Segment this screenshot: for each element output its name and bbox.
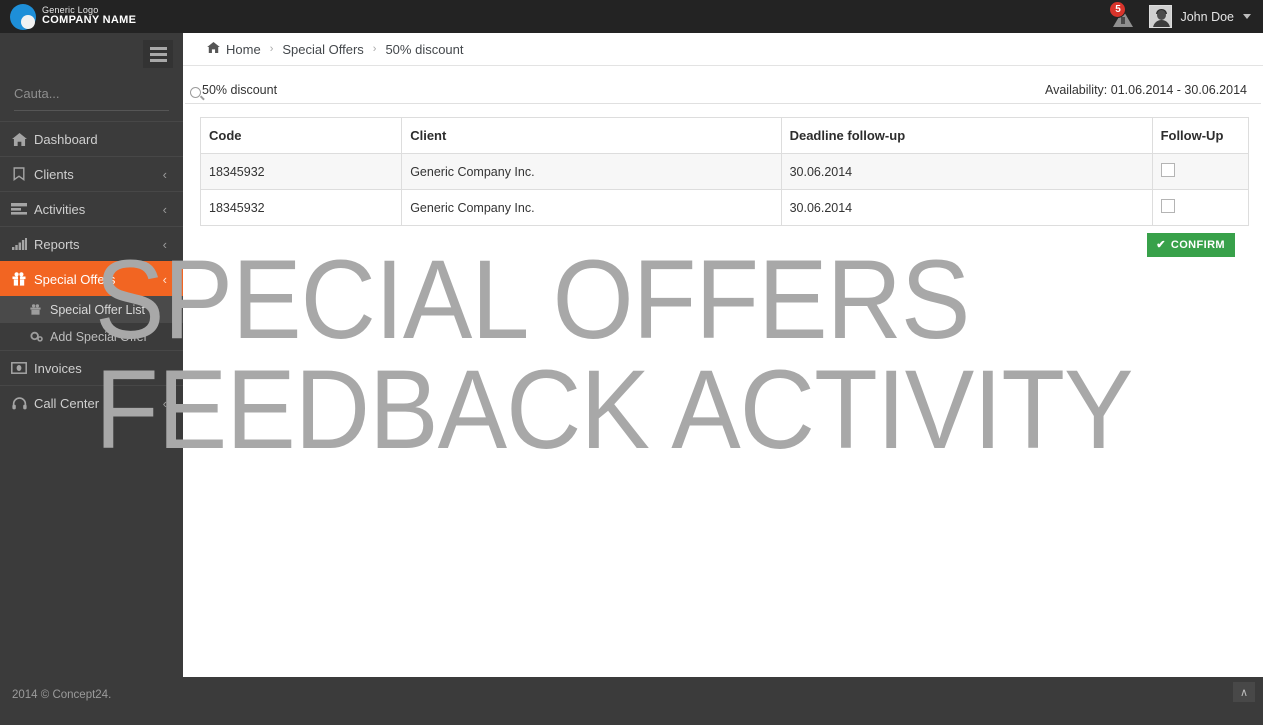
gift-icon [30,304,48,315]
sidebar-item-call-center[interactable]: Call Center ‹ [0,385,183,420]
hamburger-bar [149,52,167,56]
cell-client: Generic Company Inc. [401,189,782,226]
sidebar-item-label: Call Center [34,395,100,411]
sidebar-item-label: Special Offers [34,271,116,287]
home-icon [207,42,220,56]
confirm-row: ✔ CONFIRM [200,226,1249,257]
footer-copyright: 2014 © Concept24. [12,689,112,701]
confirm-button-label: CONFIRM [1170,238,1225,251]
chevron-left-icon[interactable]: ‹ [163,203,167,216]
breadcrumb-current: 50% discount [385,41,464,57]
table-header-row: Code Client Deadline follow-up Follow-Up [199,117,1250,154]
user-name: John Doe [1180,9,1234,24]
sidebar-item-dashboard[interactable]: Dashboard [0,121,183,156]
chevron-left-icon[interactable]: ‹ [163,273,167,286]
sidebar-item-clients[interactable]: Clients ‹ [0,156,183,191]
sidebar: Dashboard Clients ‹ Activities ‹ Reports… [0,33,201,725]
bar-chart-icon [8,238,30,250]
app-logo[interactable]: Generic Logo COMPANY NAME [0,3,137,30]
sidebar-item-label: Activities [34,201,86,217]
sidebar-item-label: Dashboard [34,131,98,147]
chevron-left-icon[interactable]: ‹ [163,397,167,410]
avatar-head [1157,10,1167,20]
breadcrumb-separator: › [372,43,377,55]
cell-follow-up [1151,189,1250,226]
sidebar-subitem-label: Special Offer List [50,302,145,317]
sidebar-subitem-label: Add Special Offer [50,329,148,344]
cell-client: Generic Company Inc. [401,153,782,190]
breadcrumb-home[interactable]: Home [226,42,261,57]
logo-text: Generic Logo COMPANY NAME [42,5,137,27]
table-header-deadline: Deadline follow-up [780,117,1153,154]
scroll-to-top-button[interactable]: ∧ [1233,682,1255,702]
headset-icon [8,396,30,410]
alerts-button[interactable]: 5 [1103,0,1143,33]
sidebar-item-label: Reports [34,236,80,252]
breadcrumb-separator: › [269,43,274,55]
confirm-button[interactable]: ✔ CONFIRM [1147,233,1235,257]
home-icon [8,132,30,146]
sidebar-item-invoices[interactable]: Invoices [0,350,183,385]
table-header-code: Code [199,117,403,154]
list-icon [8,203,30,215]
sidebar-item-reports[interactable]: Reports ‹ [0,226,183,261]
search-icon[interactable] [190,86,204,101]
sidebar-top [0,33,183,77]
money-icon [8,362,30,374]
gift-icon [8,272,30,286]
user-avatar [1149,5,1173,28]
breadcrumb-special-offers[interactable]: Special Offers [282,42,363,57]
cell-deadline: 30.06.2014 [780,189,1153,226]
cell-follow-up [1151,153,1250,190]
sidebar-search[interactable] [14,77,201,111]
user-menu[interactable]: John Doe [1149,5,1251,28]
top-bar: Generic Logo COMPANY NAME 5 John Doe [0,0,1263,33]
cell-code: 18345932 [199,153,403,190]
chevron-left-icon[interactable]: ‹ [163,238,167,251]
chevron-up-icon: ∧ [1239,686,1249,699]
page-title: 50% discount [202,83,278,97]
follow-up-checkbox[interactable] [1160,199,1175,213]
page-header: 50% discount Availability: 01.06.2014 - … [185,66,1261,104]
cell-deadline: 30.06.2014 [780,153,1153,190]
table-header-client: Client [401,117,782,154]
offers-table: Code Client Deadline follow-up Follow-Up… [199,117,1250,226]
search-input[interactable] [14,86,190,101]
bookmark-icon [8,167,30,181]
sidebar-nav: Dashboard Clients ‹ Activities ‹ Reports… [0,121,183,420]
hamburger-bar [149,46,167,50]
table-row: 18345932 Generic Company Inc. 30.06.2014 [199,189,1250,226]
table-row: 18345932 Generic Company Inc. 30.06.2014 [199,153,1250,190]
gears-icon [30,331,48,342]
avatar-body [1153,20,1171,27]
cell-code: 18345932 [199,189,403,226]
table-header-follow-up: Follow-Up [1151,117,1250,154]
breadcrumb: Home › Special Offers › 50% discount [183,33,1263,66]
sidebar-item-activities[interactable]: Activities ‹ [0,191,183,226]
follow-up-checkbox[interactable] [1160,163,1175,177]
sidebar-item-label: Clients [34,166,74,182]
main-content: Home › Special Offers › 50% discount 50%… [183,33,1263,677]
top-bar-right: 5 John Doe [1103,0,1263,33]
bottom-strip [183,677,1263,725]
check-icon: ✔ [1156,239,1166,251]
chevron-down-icon[interactable] [1243,14,1251,19]
hamburger-menu-icon[interactable] [143,40,173,68]
sidebar-item-special-offers[interactable]: Special Offers ‹ [0,261,183,296]
sidebar-subitem-special-offer-list[interactable]: Special Offer List [0,296,183,323]
sidebar-item-label: Invoices [34,360,82,376]
hamburger-bar [149,58,167,62]
circle-logo-icon [10,3,36,30]
logo-line2: COMPANY NAME [42,14,137,27]
availability-text: Availability: 01.06.2014 - 30.06.2014 [1044,83,1247,97]
chevron-left-icon[interactable]: ‹ [163,168,167,181]
offers-table-wrapper: Code Client Deadline follow-up Follow-Up… [183,104,1263,257]
sidebar-subitem-add-special-offer[interactable]: Add Special Offer [0,323,183,350]
